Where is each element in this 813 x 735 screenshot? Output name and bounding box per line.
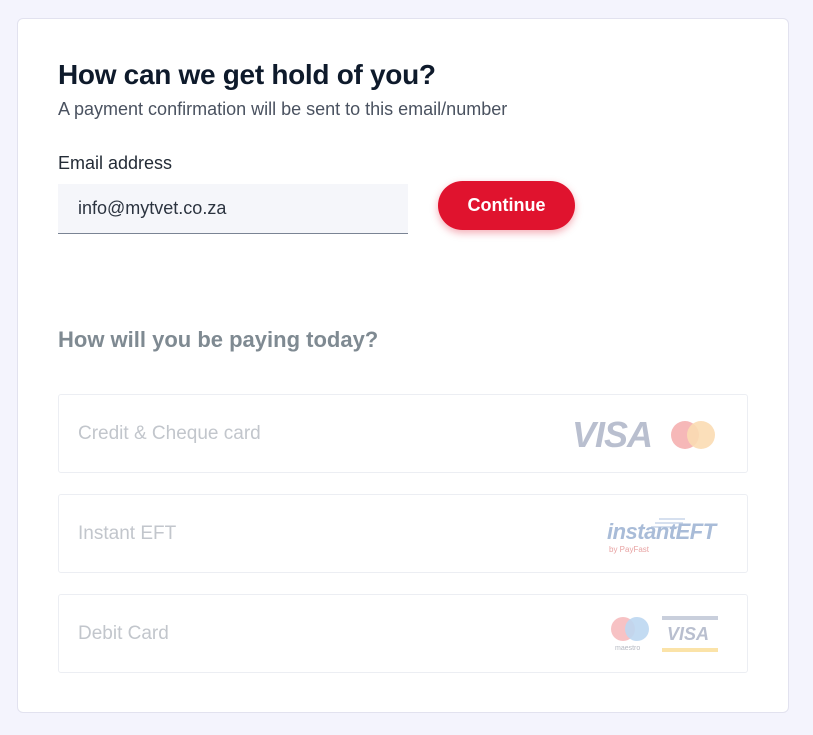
- maestro-icon: [611, 617, 649, 641]
- payment-option-debit-card[interactable]: Debit Card maestro VISA: [58, 594, 748, 673]
- instant-eft-text: instantEFT: [607, 519, 716, 544]
- mastercard-icon: [671, 421, 715, 449]
- visa-debit-text: VISA: [667, 624, 710, 644]
- contact-subtitle: A payment confirmation will be sent to t…: [58, 99, 508, 119]
- payment-option-label: Debit Card: [78, 623, 169, 644]
- payment-title: How will you be paying today?: [58, 327, 379, 352]
- debit-card-logos: maestro VISA: [609, 613, 729, 657]
- continue-button[interactable]: Continue: [438, 181, 575, 230]
- payment-option-instant-eft[interactable]: Instant EFT instantEFT by PayFast: [58, 494, 748, 573]
- payment-option-label: Instant EFT: [78, 523, 177, 544]
- payment-option-label: Credit & Cheque card: [78, 423, 261, 444]
- instant-eft-logo: instantEFT by PayFast: [607, 513, 727, 557]
- visa-debit-logo: VISA: [662, 616, 718, 652]
- instant-eft-subtext: by PayFast: [609, 545, 650, 554]
- checkout-card: How can we get hold of you? A payment co…: [17, 18, 789, 713]
- visa-mastercard-logo: VISA: [572, 413, 722, 457]
- contact-title: How can we get hold of you?: [58, 59, 436, 90]
- email-input[interactable]: [58, 184, 408, 234]
- payment-option-credit-card[interactable]: Credit & Cheque card VISA: [58, 394, 748, 473]
- maestro-text: maestro: [615, 645, 641, 652]
- email-label: Email address: [58, 153, 173, 173]
- visa-logo-text: VISA: [572, 414, 653, 455]
